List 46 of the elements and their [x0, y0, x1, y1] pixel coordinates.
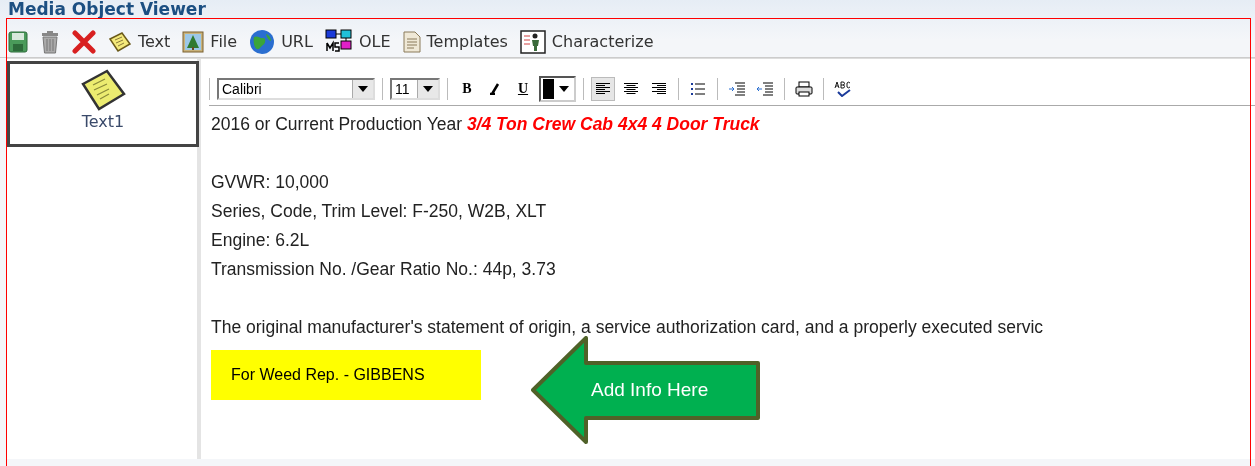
spell-check-icon [834, 81, 852, 97]
caret-icon [423, 86, 433, 92]
ole-button[interactable]: OLE [324, 28, 391, 55]
underline-button[interactable]: U [511, 77, 535, 101]
size-dropdown[interactable]: 11 [390, 78, 440, 100]
text-line: Transmission No. /Gear Ratio No.: 44p, 3.73 [211, 258, 557, 281]
note-icon [108, 30, 132, 53]
characterize-button[interactable]: Characterize [519, 29, 654, 54]
remove-button[interactable] [72, 29, 96, 54]
align-right-icon [652, 83, 666, 95]
templates-button[interactable]: Templates [402, 30, 508, 53]
document-icon [402, 30, 421, 53]
person-chart-icon [519, 29, 546, 54]
close-icon [72, 29, 96, 54]
text-button[interactable]: Text [108, 30, 171, 53]
picture-icon [182, 30, 205, 53]
object-tile[interactable]: Text1 [7, 61, 199, 147]
font-dropdown[interactable]: Calibri [217, 78, 375, 100]
text-line: Engine: 6.2L [211, 229, 311, 252]
delete-button[interactable] [40, 29, 60, 54]
indent-icon [729, 82, 745, 96]
trash-can-icon [40, 29, 60, 54]
window-title: Media Object Viewer [7, 0, 206, 18]
text-line: Series, Code, Trim Level: F-250, W2B, XLT [211, 200, 548, 223]
file-button[interactable]: File [182, 30, 238, 53]
text-color-picker[interactable] [539, 76, 576, 102]
align-left-button[interactable] [591, 77, 615, 101]
highlighted-note: For Weed Rep. - GIBBENS [211, 350, 481, 400]
url-button[interactable]: URL [249, 28, 313, 55]
align-center-icon [624, 83, 638, 95]
text-line: GVWR: 10,000 [211, 171, 330, 194]
printer-icon [795, 81, 813, 97]
note-icon [79, 68, 127, 112]
italic-icon [489, 83, 501, 95]
caret-icon [358, 86, 368, 92]
save-button[interactable] [8, 30, 28, 53]
callout-text: Add Info Here [591, 379, 709, 401]
text-line: The original manufacturer's statement of origin, a service authorization card, and a properly executed servic [211, 316, 1045, 339]
caret-icon [559, 86, 569, 92]
outdent-icon [757, 82, 773, 96]
globe-icon [249, 28, 276, 55]
align-left-icon [596, 83, 610, 95]
bold-button[interactable]: B [455, 77, 479, 101]
text-line: 2016 or Current Production Year 3/4 Ton Crew Cab 4x4 4 Door Truck [211, 113, 761, 136]
linked-blocks-icon [324, 28, 353, 55]
bullet-list-icon [691, 83, 705, 95]
